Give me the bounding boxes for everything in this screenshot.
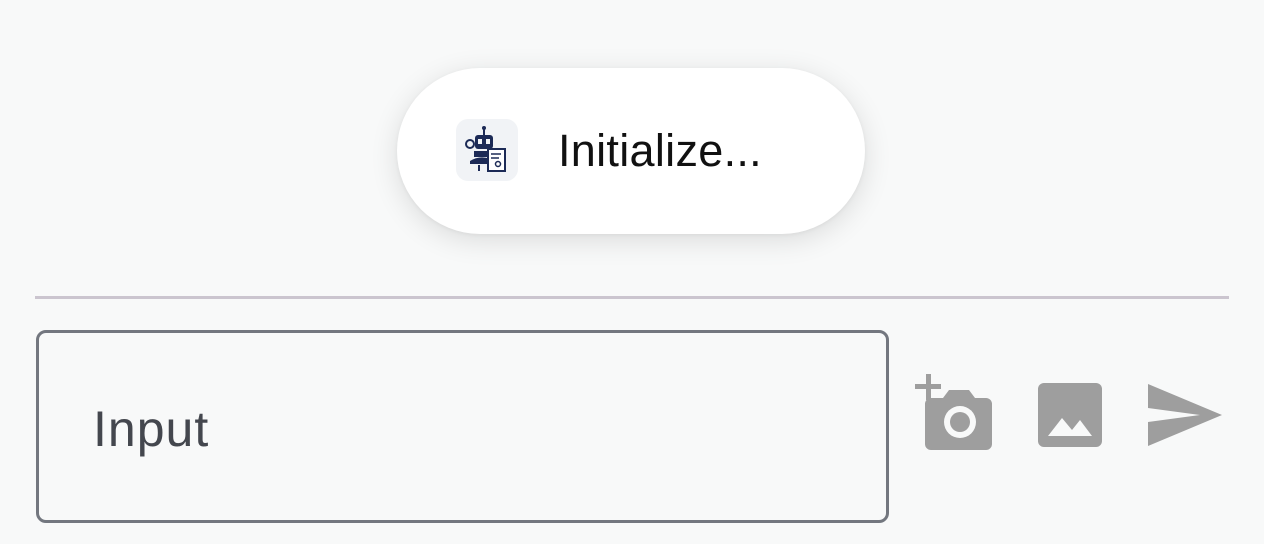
send-button[interactable] [1144,380,1226,450]
message-input[interactable]: Input [36,330,889,523]
robot-assistant-icon [456,119,518,181]
add-photo-camera-button[interactable] [912,374,1000,454]
image-gallery-button[interactable] [1034,378,1106,450]
send-icon [1148,384,1222,446]
add-photo-camera-icon [915,374,992,450]
divider [35,296,1229,299]
image-gallery-icon [1038,383,1102,447]
loading-toast: Initialize... [397,68,865,234]
input-placeholder: Input [93,401,210,457]
toast-message: Initialize... [558,125,762,176]
